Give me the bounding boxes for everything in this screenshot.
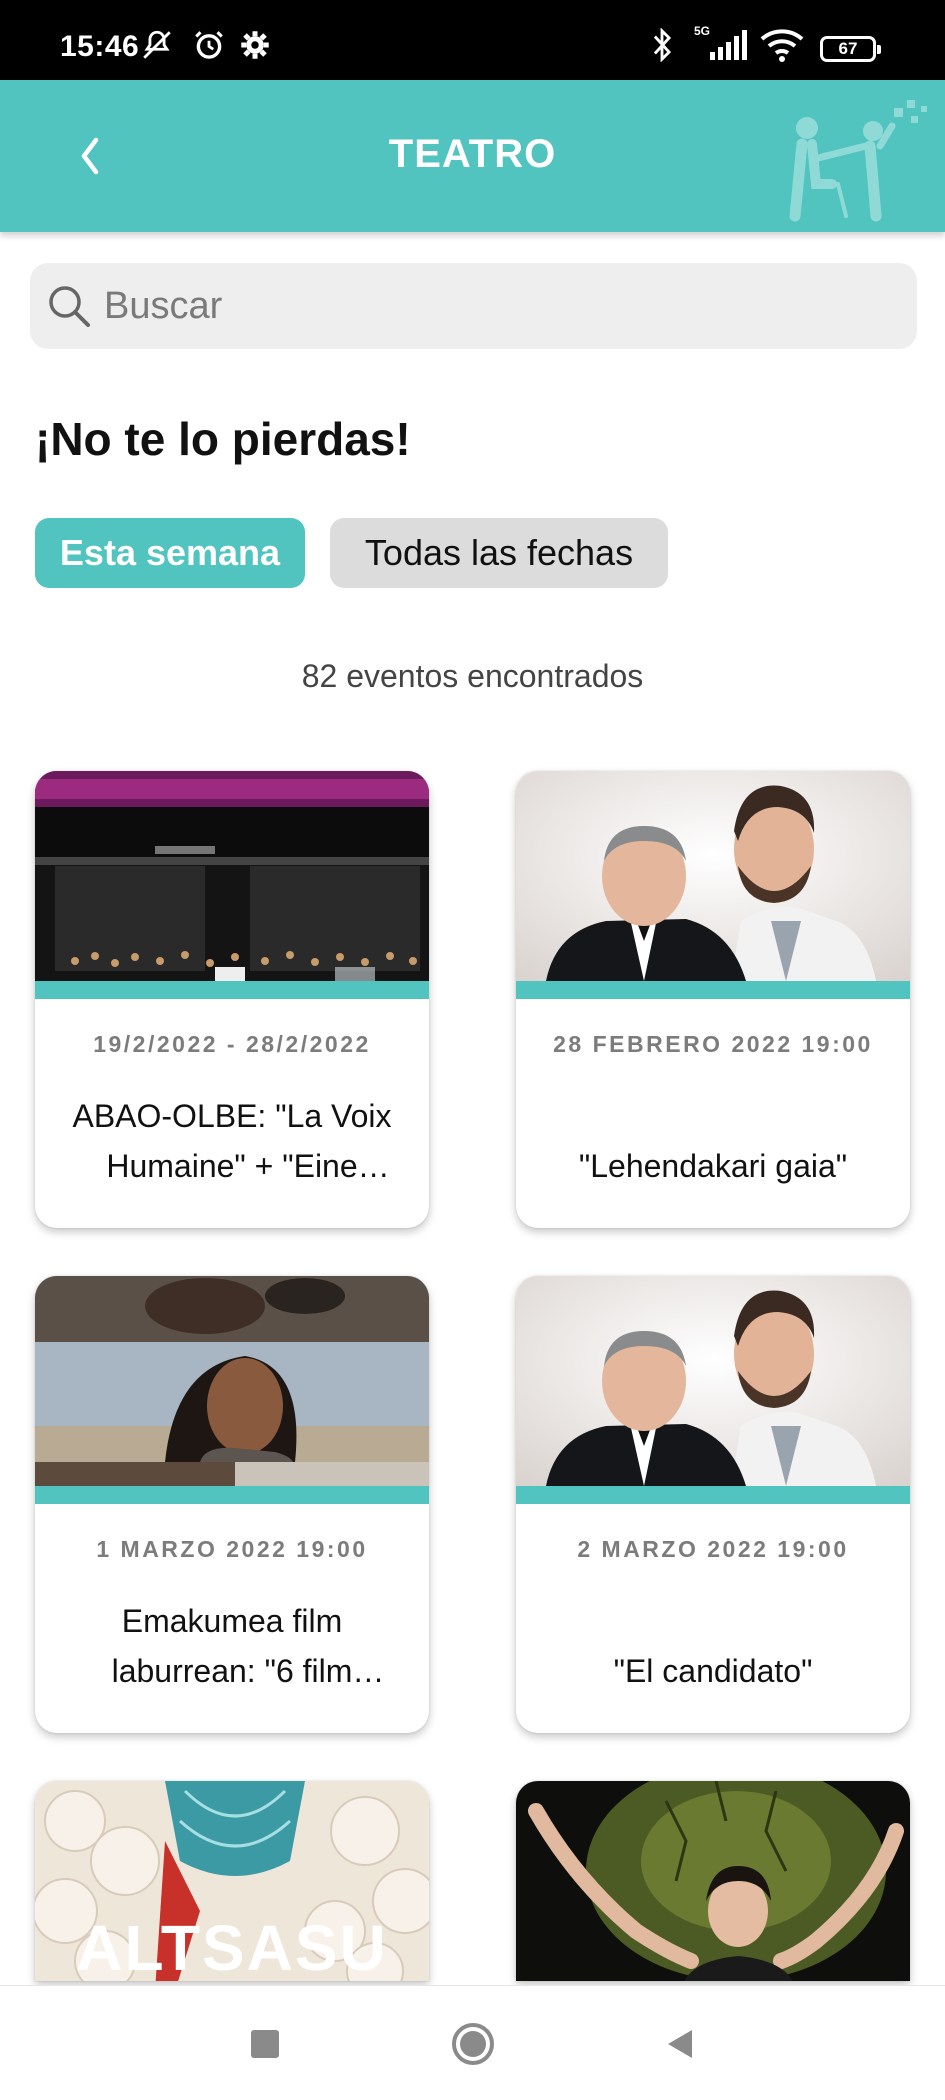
settings-icon	[240, 28, 270, 62]
battery-icon: 67	[820, 36, 881, 62]
wifi-icon	[760, 28, 804, 62]
event-title: "El candidato"	[546, 1596, 880, 1696]
search-icon	[49, 286, 90, 327]
event-image	[516, 771, 910, 981]
status-time: 15:46	[60, 30, 140, 63]
event-card[interactable]: ALTSASU	[35, 1781, 429, 1981]
mute-icon	[140, 28, 174, 62]
card-accent-bar	[35, 1486, 429, 1504]
event-title-text: "Lehendakari gaia"	[578, 1148, 848, 1184]
back-icon	[668, 2030, 692, 2058]
home-button[interactable]	[443, 2014, 503, 2074]
people-logo-icon	[789, 100, 927, 222]
search-bar[interactable]	[30, 263, 917, 349]
section-title: ¡No te lo pierdas!	[35, 413, 411, 465]
event-title: Emakumea film laburrean: "6 film laburre…	[65, 1596, 399, 1696]
app-header: TEATRO	[0, 80, 945, 232]
event-date: 19/2/2022 - 28/2/2022	[93, 1031, 371, 1057]
event-image	[35, 771, 429, 981]
event-title: ABAO-OLBE: "La Voix Humaine" + "Eine Flo…	[65, 1091, 399, 1191]
status-bar: 15:46 5G 67	[0, 0, 945, 80]
results-count: 82 eventos encontrados	[301, 658, 644, 694]
event-card[interactable]: 19/2/2022 - 28/2/2022 ABAO-OLBE: "La Voi…	[35, 771, 429, 1228]
signal-icon	[708, 28, 748, 62]
alarm-icon	[192, 28, 226, 62]
card-accent-bar	[516, 1486, 910, 1504]
event-card[interactable]: 28 FEBRERO 2022 19:00 "Lehendakari gaia"	[516, 771, 910, 1228]
home-icon	[452, 2023, 494, 2065]
event-title-text: "El candidato"	[613, 1653, 813, 1689]
event-image	[35, 1276, 429, 1486]
event-card[interactable]: 2 MARZO 2022 19:00 "El candidato"	[516, 1276, 910, 1733]
event-card[interactable]	[516, 1781, 910, 1981]
event-date: 2 MARZO 2022 19:00	[577, 1536, 849, 1562]
filter-all-dates-button[interactable]: Todas las fechas	[330, 518, 668, 588]
event-title: "Lehendakari gaia"	[546, 1091, 880, 1191]
event-image-text: ALTSASU	[76, 1912, 388, 1981]
event-date: 1 MARZO 2022 19:00	[96, 1536, 368, 1562]
event-image	[516, 1781, 910, 1981]
event-title-text: ABAO-OLBE: "La Voix Humaine" + "Eine Flo…	[72, 1098, 392, 1184]
bluetooth-icon	[650, 28, 674, 62]
event-card[interactable]: 1 MARZO 2022 19:00 Emakumea film laburre…	[35, 1276, 429, 1733]
filter-this-week-button[interactable]: Esta semana	[35, 518, 305, 588]
system-nav-bar	[0, 1985, 945, 2100]
card-accent-bar	[516, 981, 910, 999]
recent-apps-button[interactable]	[235, 2014, 295, 2074]
card-accent-bar	[35, 981, 429, 999]
event-image	[516, 1276, 910, 1486]
search-input[interactable]	[104, 284, 884, 328]
event-date: 28 FEBRERO 2022 19:00	[553, 1031, 873, 1057]
recent-apps-icon	[251, 2030, 279, 2058]
nav-back-button[interactable]	[650, 2014, 710, 2074]
event-title-text: Emakumea film laburrean: "6 film laburre…	[111, 1603, 353, 1689]
